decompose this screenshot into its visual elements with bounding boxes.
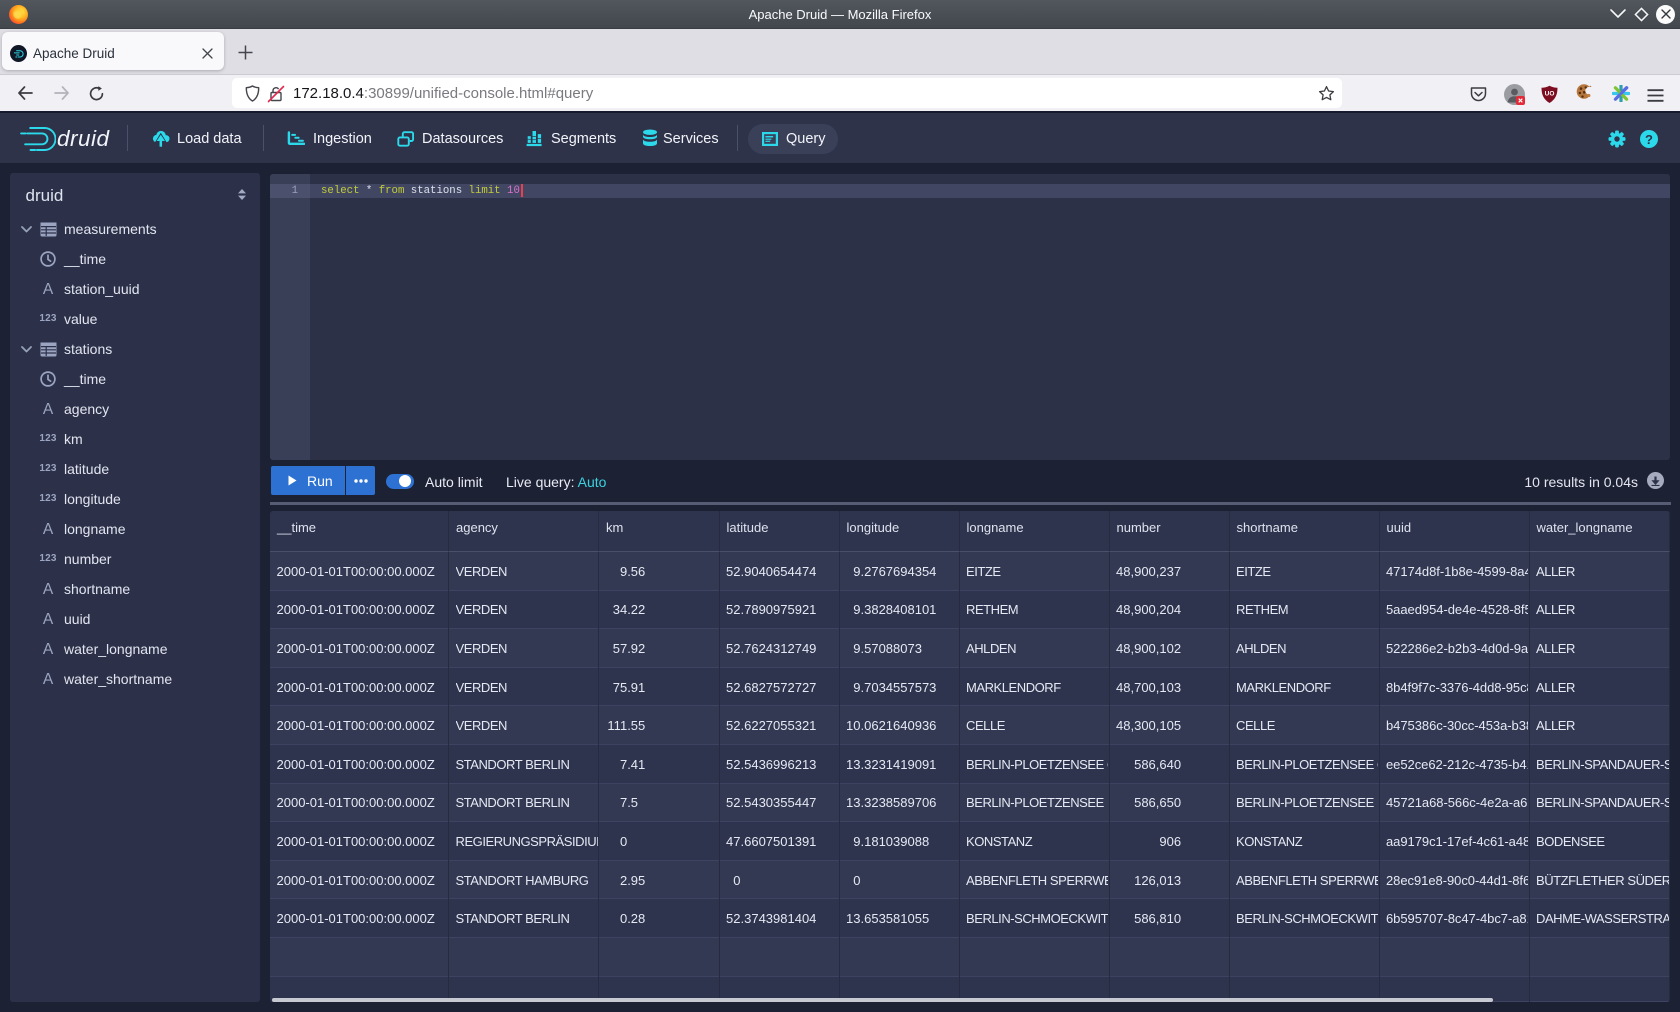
svg-text:UO: UO xyxy=(1545,91,1555,98)
